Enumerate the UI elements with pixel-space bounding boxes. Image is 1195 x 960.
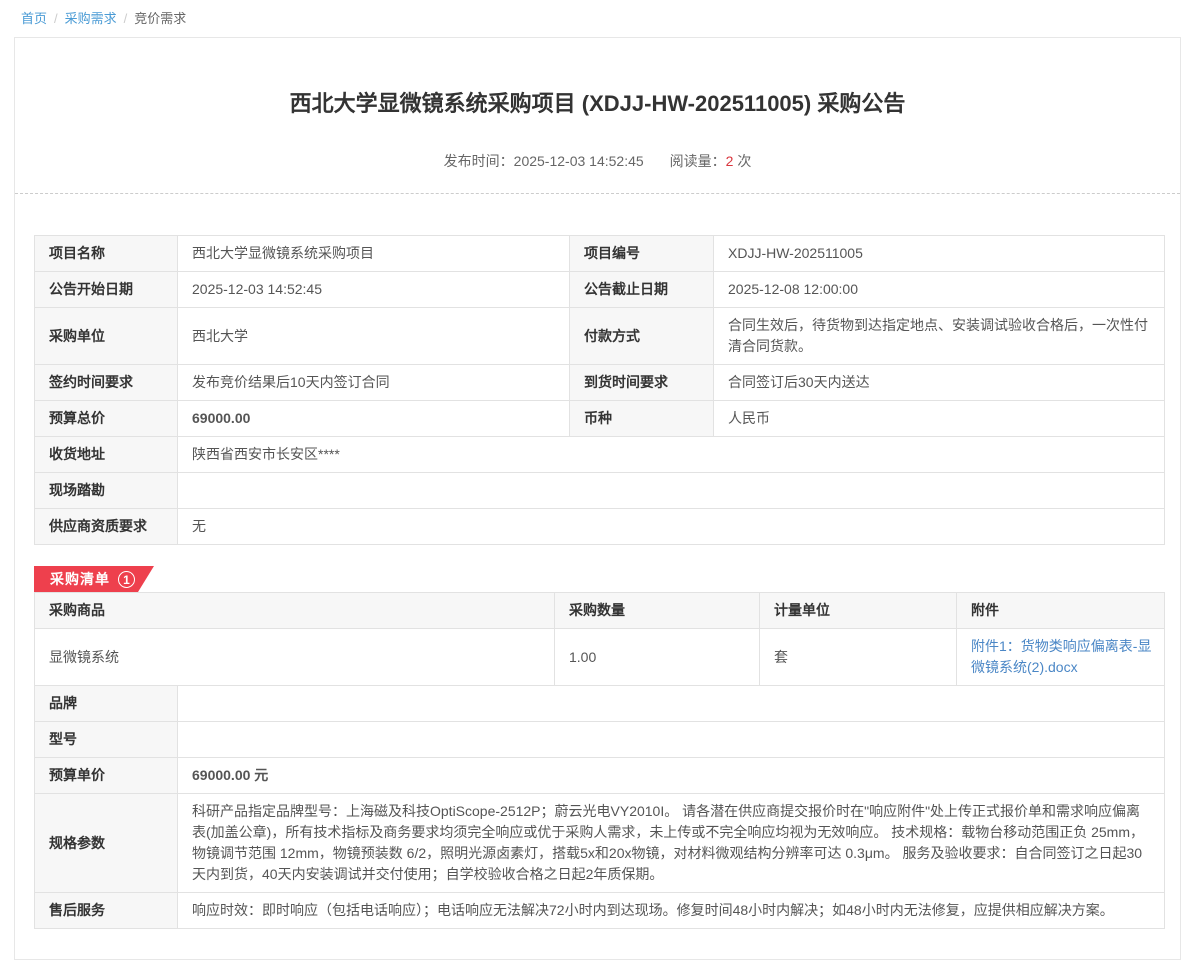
unit-column-header: 计量单位 xyxy=(760,593,957,629)
site-survey-label: 现场踏勘 xyxy=(35,473,178,509)
table-row: 项目名称 西北大学显微镜系统采购项目 项目编号 XDJJ-HW-20251100… xyxy=(35,236,1165,272)
quantity-cell: 1.00 xyxy=(555,629,760,686)
attachment-download-link[interactable]: 附件1：货物类响应偏离表-显微镜系统(2).docx xyxy=(971,638,1151,675)
purchase-list-tag: 采购清单 1 xyxy=(34,566,154,592)
purchaser-label: 采购单位 xyxy=(35,308,178,365)
project-number-label: 项目编号 xyxy=(570,236,714,272)
brand-label: 品牌 xyxy=(35,686,178,722)
specifications-label: 规格参数 xyxy=(35,794,178,893)
unit-budget-value: 69000.00 元 xyxy=(178,758,1165,794)
table-row: 预算总价 69000.00 币种 人民币 xyxy=(35,401,1165,437)
table-row: 预算单价 69000.00 元 xyxy=(35,758,1165,794)
announcement-card: 西北大学显微镜系统采购项目 (XDJJ-HW-202511005) 采购公告 发… xyxy=(14,37,1181,960)
signing-time-value: 发布竞价结果后10天内签订合同 xyxy=(178,365,570,401)
page-title: 西北大学显微镜系统采购项目 (XDJJ-HW-202511005) 采购公告 xyxy=(34,38,1161,118)
table-row: 现场踏勘 xyxy=(35,473,1165,509)
read-count-label: 阅读量： xyxy=(670,153,726,169)
payment-method-value: 合同生效后，待货物到达指定地点、安装调试验收合格后，一次性付清合同货款。 xyxy=(714,308,1165,365)
publish-time-label: 发布时间： xyxy=(444,153,514,169)
project-number-value: XDJJ-HW-202511005 xyxy=(714,236,1165,272)
purchase-list-tag-label: 采购清单 xyxy=(50,569,110,589)
end-date-label: 公告截止日期 xyxy=(570,272,714,308)
supplier-qualification-label: 供应商资质要求 xyxy=(35,509,178,545)
end-date-value: 2025-12-08 12:00:00 xyxy=(714,272,1165,308)
project-name-label: 项目名称 xyxy=(35,236,178,272)
start-date-value: 2025-12-03 14:52:45 xyxy=(178,272,570,308)
table-row: 签约时间要求 发布竞价结果后10天内签订合同 到货时间要求 合同签订后30天内送… xyxy=(35,365,1165,401)
breadcrumb: 首页 / 采购需求 / 竞价需求 xyxy=(0,0,1195,35)
delivery-time-label: 到货时间要求 xyxy=(570,365,714,401)
announcement-meta: 发布时间：2025-12-03 14:52:45 阅读量：2 次 xyxy=(34,151,1161,171)
table-row: 显微镜系统 1.00 套 附件1：货物类响应偏离表-显微镜系统(2).docx xyxy=(35,629,1165,686)
delivery-address-value: 陕西省西安市长安区**** xyxy=(178,437,1165,473)
model-value xyxy=(178,722,1165,758)
specifications-value: 科研产品指定品牌型号：上海磁及科技OptiScope-2512P；蔚云光电VY2… xyxy=(178,794,1165,893)
project-name-value: 西北大学显微镜系统采购项目 xyxy=(178,236,570,272)
payment-method-label: 付款方式 xyxy=(570,308,714,365)
attachment-column-header: 附件 xyxy=(957,593,1165,629)
dashed-divider xyxy=(15,193,1180,194)
product-name-cell: 显微镜系统 xyxy=(35,629,555,686)
breadcrumb-home-link[interactable]: 首页 xyxy=(21,11,47,26)
total-budget-label: 预算总价 xyxy=(35,401,178,437)
table-row: 收货地址 陕西省西安市长安区**** xyxy=(35,437,1165,473)
after-sales-label: 售后服务 xyxy=(35,893,178,929)
currency-value: 人民币 xyxy=(714,401,1165,437)
read-count-value: 2 xyxy=(726,153,734,169)
table-row: 公告开始日期 2025-12-03 14:52:45 公告截止日期 2025-1… xyxy=(35,272,1165,308)
purchase-list-table: 采购商品 采购数量 计量单位 附件 显微镜系统 1.00 套 附件1：货物类响应… xyxy=(34,592,1165,929)
total-budget-value: 69000.00 xyxy=(178,401,570,437)
start-date-label: 公告开始日期 xyxy=(35,272,178,308)
breadcrumb-current: 竞价需求 xyxy=(134,11,186,26)
purchaser-value: 西北大学 xyxy=(178,308,570,365)
breadcrumb-section-link[interactable]: 采购需求 xyxy=(65,11,117,26)
project-info-table: 项目名称 西北大学显微镜系统采购项目 项目编号 XDJJ-HW-20251100… xyxy=(34,235,1165,545)
breadcrumb-separator: / xyxy=(124,11,128,26)
publish-time-value: 2025-12-03 14:52:45 xyxy=(514,153,644,169)
table-row: 供应商资质要求 无 xyxy=(35,509,1165,545)
unit-cell: 套 xyxy=(760,629,957,686)
table-row: 规格参数 科研产品指定品牌型号：上海磁及科技OptiScope-2512P；蔚云… xyxy=(35,794,1165,893)
brand-value xyxy=(178,686,1165,722)
delivery-address-label: 收货地址 xyxy=(35,437,178,473)
table-row: 采购单位 西北大学 付款方式 合同生效后，待货物到达指定地点、安装调试验收合格后… xyxy=(35,308,1165,365)
product-column-header: 采购商品 xyxy=(35,593,555,629)
site-survey-value xyxy=(178,473,1165,509)
purchase-list-count-badge: 1 xyxy=(118,571,135,588)
model-label: 型号 xyxy=(35,722,178,758)
currency-label: 币种 xyxy=(570,401,714,437)
quantity-column-header: 采购数量 xyxy=(555,593,760,629)
table-row: 售后服务 响应时效：即时响应（包括电话响应）；电话响应无法解决72小时内到达现场… xyxy=(35,893,1165,929)
table-row: 品牌 xyxy=(35,686,1165,722)
table-header-row: 采购商品 采购数量 计量单位 附件 xyxy=(35,593,1165,629)
delivery-time-value: 合同签订后30天内送达 xyxy=(714,365,1165,401)
unit-budget-label: 预算单价 xyxy=(35,758,178,794)
table-row: 型号 xyxy=(35,722,1165,758)
attachment-cell: 附件1：货物类响应偏离表-显微镜系统(2).docx xyxy=(957,629,1165,686)
supplier-qualification-value: 无 xyxy=(178,509,1165,545)
breadcrumb-separator: / xyxy=(54,11,58,26)
signing-time-label: 签约时间要求 xyxy=(35,365,178,401)
read-count-unit: 次 xyxy=(737,153,751,169)
after-sales-value: 响应时效：即时响应（包括电话响应）；电话响应无法解决72小时内到达现场。修复时间… xyxy=(178,893,1165,929)
